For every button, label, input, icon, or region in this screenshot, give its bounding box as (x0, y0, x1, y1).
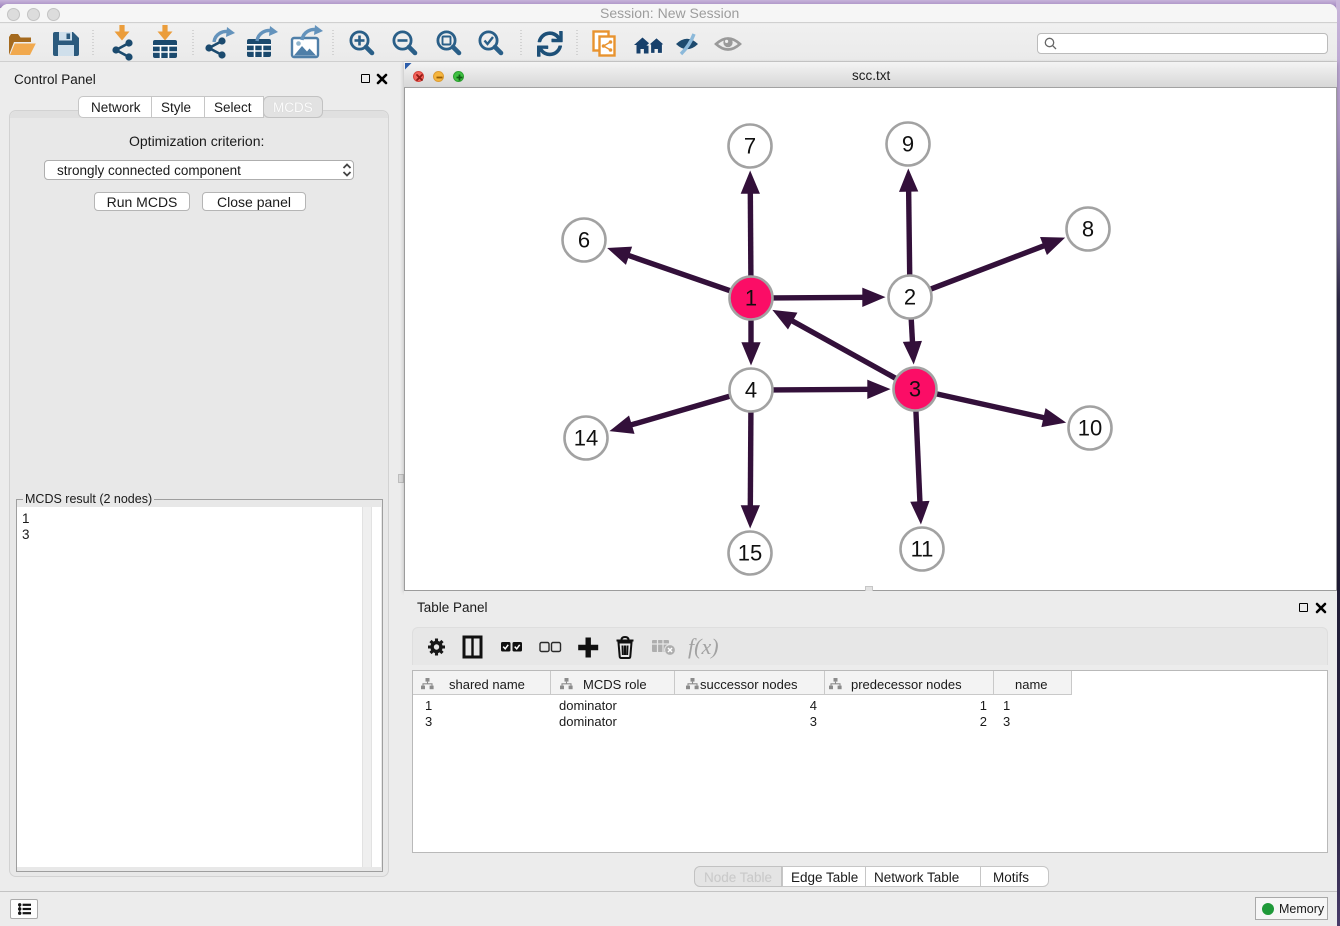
svg-text:4: 4 (745, 378, 757, 403)
svg-text:6: 6 (578, 228, 590, 253)
svg-text:f(x): f(x) (688, 634, 719, 659)
svg-text:7: 7 (744, 134, 756, 159)
svg-text:11: 11 (911, 537, 934, 562)
svg-text:15: 15 (738, 541, 762, 566)
svg-text:1: 1 (745, 286, 757, 311)
svg-text:10: 10 (1078, 416, 1102, 441)
svg-text:8: 8 (1082, 217, 1094, 242)
svg-text:2: 2 (904, 285, 916, 310)
svg-text:14: 14 (574, 426, 598, 451)
svg-text:9: 9 (902, 132, 914, 157)
svg-text:3: 3 (909, 377, 921, 402)
